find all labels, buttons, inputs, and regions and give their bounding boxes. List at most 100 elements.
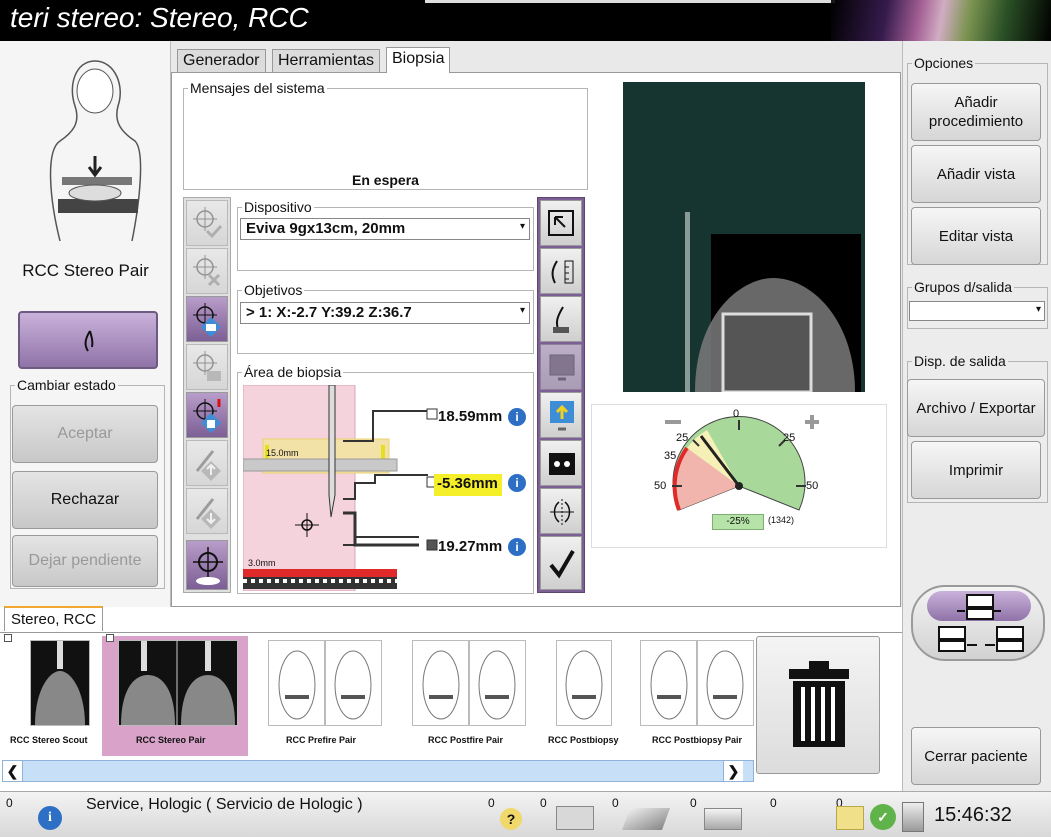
status-count-1: 0 bbox=[488, 796, 495, 810]
thumbnail-checkbox[interactable] bbox=[4, 634, 12, 642]
gauge-tick-50-right: 50 bbox=[806, 480, 819, 492]
chevron-down-icon: ▾ bbox=[519, 221, 525, 232]
send-to-monitor-button[interactable] bbox=[540, 392, 582, 438]
scroll-left-icon[interactable]: ❮ bbox=[3, 761, 23, 781]
scroll-right-icon[interactable]: ❯ bbox=[723, 761, 743, 781]
device-select[interactable]: Eviva 9gx13cm, 20mm ▾ bbox=[240, 218, 530, 240]
info-icon[interactable]: i bbox=[38, 806, 62, 830]
needle-down-icon bbox=[195, 498, 221, 529]
checkmark-icon bbox=[549, 549, 575, 579]
clear-targets-button[interactable] bbox=[186, 392, 228, 438]
realign-icon bbox=[548, 210, 574, 236]
window-title: teri stereo: Stereo, RCC bbox=[10, 2, 309, 33]
realign-view-button[interactable] bbox=[540, 200, 582, 246]
check-icon[interactable]: ✓ bbox=[870, 804, 896, 830]
archive-export-button[interactable]: Archivo / Exportar bbox=[907, 379, 1045, 437]
xray-thumbnail bbox=[35, 641, 85, 725]
reject-button[interactable]: Rechazar bbox=[12, 471, 158, 529]
needle-measure-button[interactable] bbox=[540, 248, 582, 294]
add-view-button[interactable]: Añadir vista bbox=[911, 145, 1041, 203]
thumbnail-stereo-scout[interactable] bbox=[30, 640, 90, 726]
target-cloud-icon bbox=[193, 547, 223, 585]
device-legend: Dispositivo bbox=[244, 199, 312, 215]
status-count-4: 0 bbox=[690, 796, 697, 810]
thumbnail-label: RCC Postbiopsy bbox=[548, 735, 619, 745]
target-cloud-button[interactable] bbox=[186, 540, 228, 590]
needle-tool-button[interactable] bbox=[18, 311, 158, 369]
send-target-button[interactable] bbox=[186, 296, 228, 342]
dual-view-button[interactable] bbox=[540, 440, 582, 486]
target-envelope-icon bbox=[193, 303, 221, 337]
needle-up-button[interactable] bbox=[186, 440, 228, 486]
thumbnail-stereo-pair[interactable] bbox=[118, 640, 238, 726]
monitor-icon bbox=[549, 354, 575, 381]
trash-icon bbox=[789, 661, 849, 747]
monitor-button[interactable] bbox=[540, 344, 582, 390]
tab-stereo-rcc[interactable]: Stereo, RCC bbox=[4, 606, 104, 631]
xray-thumbnail bbox=[121, 641, 235, 725]
info-icon[interactable]: i bbox=[508, 408, 526, 426]
thumbnail-checkbox[interactable] bbox=[106, 634, 114, 642]
output-groups-select[interactable]: ▾ bbox=[909, 301, 1045, 321]
needle-view-button[interactable] bbox=[540, 296, 582, 342]
thumbnail-postbiopsy-pair[interactable] bbox=[640, 640, 754, 726]
accept-target-button[interactable] bbox=[186, 200, 228, 246]
device-value: Eviva 9gx13cm, 20mm bbox=[246, 220, 406, 237]
measurement-2: -5.36mm bbox=[434, 474, 502, 496]
delete-target-button[interactable] bbox=[186, 248, 228, 294]
needle-down-button[interactable] bbox=[186, 488, 228, 534]
thumbnail-label: RCC Postbiopsy Pair bbox=[652, 735, 743, 745]
mirror-view-button[interactable] bbox=[540, 488, 582, 534]
network-icon[interactable] bbox=[902, 802, 924, 832]
accept-button[interactable]: Aceptar bbox=[12, 405, 158, 463]
confirm-button[interactable] bbox=[540, 536, 582, 590]
measurement-3: 19.27mm bbox=[438, 538, 503, 555]
info-icon[interactable]: i bbox=[508, 474, 526, 492]
add-procedure-button[interactable]: Añadir procedimiento bbox=[911, 83, 1041, 141]
status-count-2: 0 bbox=[540, 796, 547, 810]
options-legend: Opciones bbox=[914, 55, 974, 71]
pacs-icon[interactable] bbox=[556, 806, 594, 830]
view-name: RCC Stereo Pair bbox=[22, 261, 149, 280]
tab-biopsia[interactable]: Biopsia bbox=[386, 47, 451, 73]
postbiopsy-icon bbox=[565, 650, 603, 720]
measurement-1: 18.59mm bbox=[438, 408, 503, 425]
needle-ruler-icon bbox=[551, 260, 574, 284]
printer-icon[interactable] bbox=[621, 808, 671, 830]
dual-view-icon bbox=[549, 453, 575, 475]
target-x-icon bbox=[193, 255, 221, 287]
xray-image bbox=[685, 212, 861, 392]
gauge-tick-35: 35 bbox=[664, 450, 677, 462]
gauge-tick-50-left: 50 bbox=[654, 480, 667, 492]
media-icon[interactable] bbox=[704, 808, 742, 830]
target-trash-icon bbox=[193, 399, 221, 433]
edit-view-button[interactable]: Editar vista bbox=[911, 207, 1041, 265]
thumbnail-label: RCC Stereo Scout bbox=[10, 735, 88, 745]
breast-positioning-icon bbox=[49, 60, 142, 242]
info-icon[interactable]: i bbox=[508, 538, 526, 556]
status-count-3: 0 bbox=[612, 796, 619, 810]
pending-button[interactable]: Dejar pendiente bbox=[12, 535, 158, 587]
paddle-shift-control[interactable] bbox=[911, 585, 1045, 661]
system-messages-legend: Mensajes del sistema bbox=[190, 80, 325, 96]
close-patient-button[interactable]: Cerrar paciente bbox=[911, 727, 1041, 785]
depth-label-15: 15.0mm bbox=[266, 448, 299, 458]
target-camera-button[interactable] bbox=[186, 344, 228, 390]
print-button[interactable]: Imprimir bbox=[911, 441, 1041, 499]
monitor-upload-icon bbox=[550, 401, 574, 431]
thumbnail-postbiopsy[interactable] bbox=[556, 640, 612, 726]
thumbnail-label: RCC Prefire Pair bbox=[286, 735, 357, 745]
title-strip bbox=[425, 0, 835, 3]
targets-select[interactable]: > 1: X:-2.7 Y:39.2 Z:36.7 ▾ bbox=[240, 302, 530, 324]
thumbnail-label: RCC Stereo Pair bbox=[136, 735, 206, 745]
tab-herramientas[interactable]: Herramientas bbox=[272, 49, 381, 73]
thumbnail-postfire-pair[interactable] bbox=[412, 640, 526, 726]
thumbnail-scrollbar[interactable]: ❮ ❯ bbox=[2, 760, 754, 782]
help-icon[interactable]: ? bbox=[500, 808, 522, 830]
clock: 15:46:32 bbox=[934, 804, 1012, 826]
notes-icon[interactable] bbox=[836, 806, 864, 830]
gauge-count: (1342) bbox=[768, 515, 795, 525]
thumbnail-prefire-pair[interactable] bbox=[268, 640, 382, 726]
tab-generador[interactable]: Generador bbox=[177, 49, 266, 73]
delete-view-button[interactable] bbox=[756, 636, 880, 774]
